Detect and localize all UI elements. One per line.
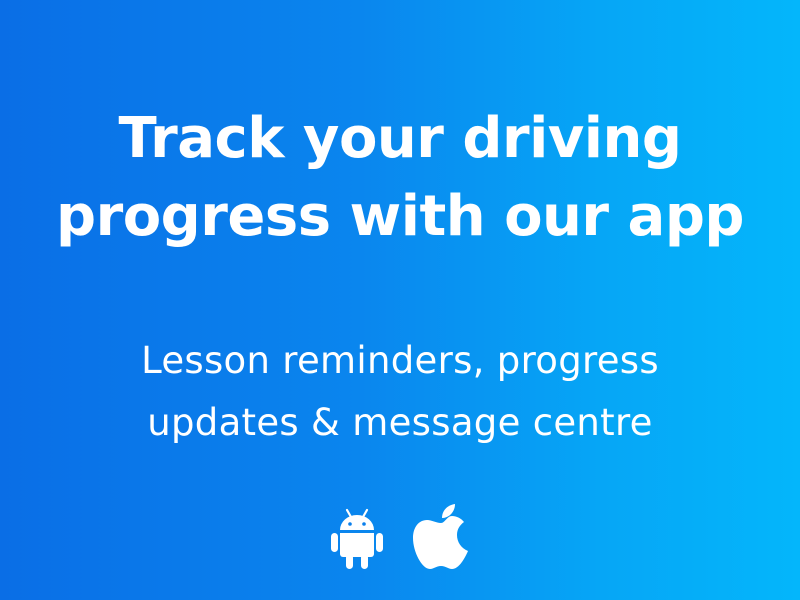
- apple-icon[interactable]: [412, 504, 470, 570]
- app-promo-banner: Track your driving progress with our app…: [0, 0, 800, 600]
- subheadline-line-1: Lesson reminders, progress: [141, 339, 659, 382]
- headline-line-2: progress with our app: [56, 184, 745, 249]
- android-icon[interactable]: [330, 506, 384, 570]
- app-store-icons: [330, 500, 470, 570]
- subheadline-line-2: updates & message centre: [147, 401, 653, 444]
- subheadline: Lesson reminders, progress updates & mes…: [0, 330, 800, 454]
- headline-line-1: Track your driving: [118, 106, 682, 171]
- headline: Track your driving progress with our app: [0, 100, 800, 256]
